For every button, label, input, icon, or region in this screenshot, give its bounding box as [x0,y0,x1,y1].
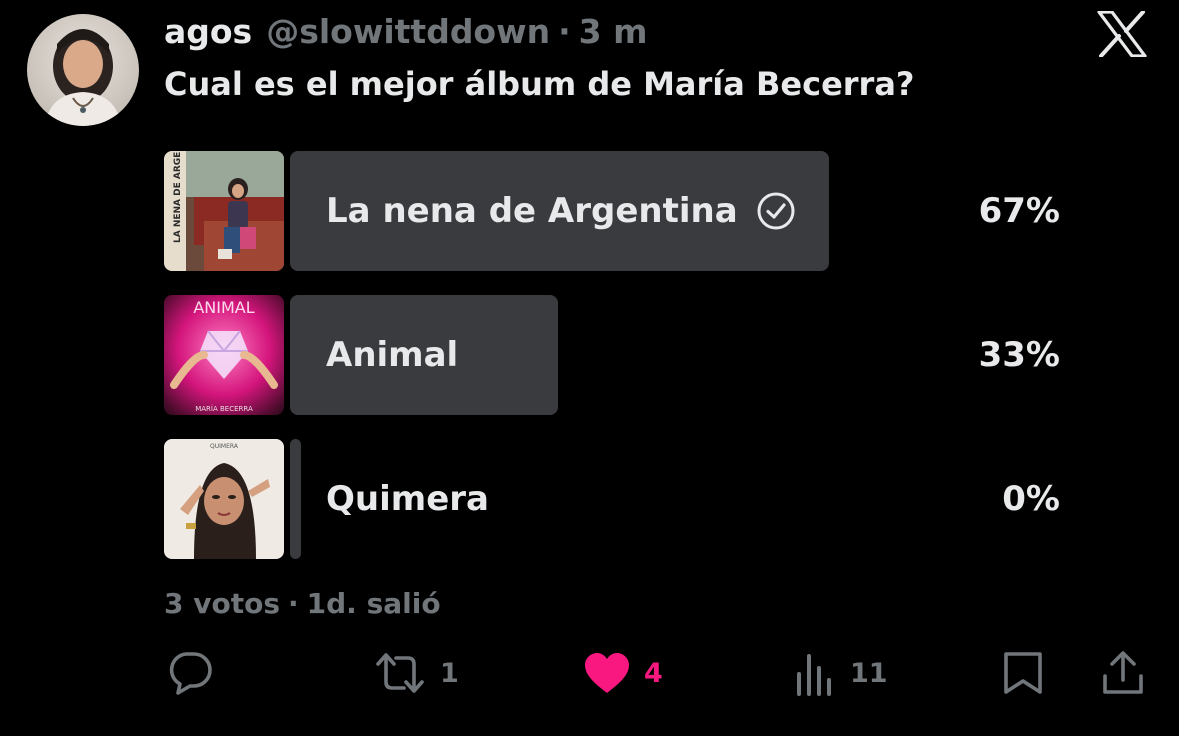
reply-button[interactable] [166,646,214,700]
views-icon [797,654,831,696]
tweet-text: Cual es el mejor álbum de María Becerra? [164,65,915,103]
poll-option-percent: 33% [978,335,1060,375]
avatar-image [45,29,121,126]
poll-meta: 3 votos · 1d. salió [164,584,441,622]
retweet-button[interactable]: 1 [372,646,459,700]
avatar[interactable] [27,14,139,126]
cover-text: LA NENA DE ARGENTINA [173,151,183,243]
views-button[interactable]: 11 [794,646,888,700]
bookmark-button[interactable] [1002,646,1044,700]
option-text: Animal [326,335,459,375]
cover-text: QUIMERA [210,443,239,450]
share-icon [1103,651,1143,694]
cover-text: ANIMAL [193,298,254,317]
reply-icon [169,652,212,695]
album-cover-quimera: QUIMERA [164,439,284,559]
poll-option[interactable]: LA NENA DE ARGENTINA La nena de Argentin… [164,151,1064,271]
retweet-icon [376,653,424,693]
user-handle[interactable]: @slowittddown [266,12,550,51]
poll-option-percent: 0% [1002,479,1060,519]
cover-subtext: MARÍA BECERRA [195,404,253,413]
album-cover-animal: ANIMAL MARÍA BECERRA [164,295,284,415]
x-logo-icon [1097,11,1147,57]
poll-result-bar [290,439,301,559]
timestamp[interactable]: 3 m [579,12,648,51]
album-cover-la-nena: LA NENA DE ARGENTINA [164,151,284,271]
like-count: 4 [644,657,663,689]
option-text: La nena de Argentina [326,191,738,231]
views-count: 11 [850,657,888,689]
heart-icon [585,653,629,693]
retweet-count: 1 [440,657,459,689]
display-name[interactable]: agos [164,12,252,51]
checkmark-circle-icon [757,192,795,230]
poll-option-label: Animal [326,295,458,415]
poll-option-label: Quimera [326,439,489,559]
header-separator: · [558,11,571,51]
poll-option-percent: 67% [978,191,1060,231]
poll-status: 1d. salió [306,586,441,620]
meta-separator: · [288,586,299,620]
bookmark-icon [1004,652,1042,694]
option-text: Quimera [326,479,489,519]
poll-option[interactable]: ANIMAL MARÍA BECERRA Animal 33% [164,295,1064,415]
vote-count: 3 votos [164,586,281,620]
share-button[interactable] [1100,646,1146,700]
poll-option[interactable]: QUIMERA Quimera 0% [164,439,1064,559]
poll-option-label: La nena de Argentina [326,151,796,271]
like-button[interactable]: 4 [582,646,663,700]
tweet-header: agos @slowittddown · 3 m [164,8,647,54]
